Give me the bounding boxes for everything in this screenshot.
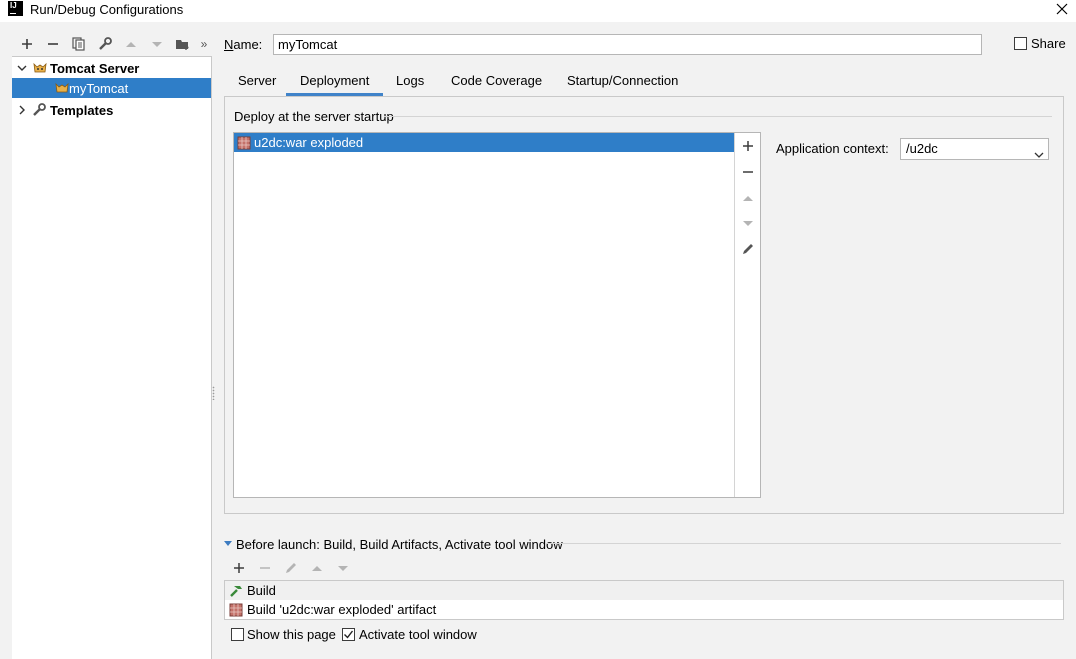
list-toolbar-divider [734, 133, 735, 497]
tab-server[interactable]: Server [238, 73, 276, 93]
copy-icon[interactable] [66, 34, 92, 54]
wrench-icon[interactable] [92, 34, 118, 54]
before-launch-item-label: Build [247, 583, 276, 598]
tab-deployment[interactable]: Deployment [300, 73, 369, 93]
tab-code-coverage[interactable]: Code Coverage [451, 73, 542, 93]
artifact-label: u2dc:war exploded [254, 135, 364, 150]
tab-logs[interactable]: Logs [396, 73, 424, 93]
before-launch-title[interactable]: Before launch: Build, Build Artifacts, A… [236, 537, 563, 552]
close-icon[interactable] [1052, 0, 1072, 18]
before-launch-list[interactable]: Build Build 'u2dc:war exploded' artifact [224, 580, 1064, 620]
move-up-icon[interactable] [304, 558, 330, 578]
move-up-icon[interactable] [118, 34, 144, 54]
config-toolbar: » [14, 34, 212, 54]
share-checkbox[interactable] [1014, 37, 1027, 50]
before-launch-item[interactable]: Build [225, 581, 1063, 600]
move-down-icon[interactable] [737, 212, 759, 234]
splitter-handle[interactable] [212, 386, 215, 400]
remove-icon[interactable] [40, 34, 66, 54]
tree-node-tomcat-server[interactable]: Tomcat Server [12, 58, 211, 78]
application-context-label: Application context: [776, 141, 889, 156]
share-label[interactable]: Share [1031, 36, 1066, 51]
more-icon[interactable]: » [196, 34, 212, 54]
name-label: Name: [224, 37, 263, 52]
tree-label-templates: Templates [50, 102, 114, 118]
expand-arrow-icon[interactable] [12, 105, 32, 115]
show-this-page-checkbox[interactable] [231, 628, 244, 641]
activate-tool-window-checkbox[interactable] [342, 628, 355, 641]
edit-icon[interactable] [278, 558, 304, 578]
section-divider [384, 116, 1052, 117]
before-launch-item-label: Build 'u2dc:war exploded' artifact [247, 602, 437, 617]
section-divider [546, 543, 1061, 544]
tree-node-mytomcat[interactable]: myTomcat [12, 78, 211, 98]
checkmark-icon [344, 630, 354, 639]
move-up-icon[interactable] [737, 187, 759, 209]
tab-startup-connection[interactable]: Startup/Connection [567, 73, 678, 93]
activate-tool-window-label[interactable]: Activate tool window [359, 627, 477, 642]
window-title: Run/Debug Configurations [30, 2, 184, 17]
config-tree[interactable]: Tomcat Server myTomcat Templates [12, 56, 212, 659]
wrench-icon [32, 103, 50, 117]
add-icon[interactable] [737, 135, 759, 157]
remove-icon[interactable] [252, 558, 278, 578]
collapse-triangle-icon[interactable] [224, 541, 232, 546]
folder-icon[interactable] [170, 34, 196, 54]
application-context-select[interactable]: /u2dc [900, 138, 1049, 160]
move-down-icon[interactable] [330, 558, 356, 578]
deploy-section-title: Deploy at the server startup [234, 109, 394, 124]
intellij-logo-icon: IJ [8, 1, 23, 16]
add-icon[interactable] [226, 558, 252, 578]
artifact-list[interactable] [233, 132, 761, 498]
tomcat-icon [55, 82, 69, 94]
expand-arrow-icon[interactable] [12, 63, 32, 73]
tree-node-templates[interactable]: Templates [12, 100, 211, 120]
tomcat-icon [32, 61, 50, 75]
tree-label-mytomcat: myTomcat [69, 80, 129, 96]
hammer-icon [225, 584, 247, 598]
before-launch-toolbar [226, 558, 356, 578]
add-icon[interactable] [14, 34, 40, 54]
before-launch-item[interactable]: Build 'u2dc:war exploded' artifact [225, 600, 1063, 619]
artifact-row[interactable]: u2dc:war exploded [234, 133, 735, 152]
artifact-icon [225, 603, 247, 617]
tree-label-tomcat-server: Tomcat Server [50, 60, 140, 76]
application-context-value: /u2dc [906, 141, 938, 156]
show-this-page-label[interactable]: Show this page [247, 627, 336, 642]
move-down-icon[interactable] [144, 34, 170, 54]
artifact-icon [234, 136, 254, 150]
remove-icon[interactable] [737, 161, 759, 183]
edit-icon[interactable] [737, 238, 759, 260]
name-input[interactable]: myTomcat [273, 34, 982, 55]
chevron-down-icon [1034, 145, 1044, 165]
